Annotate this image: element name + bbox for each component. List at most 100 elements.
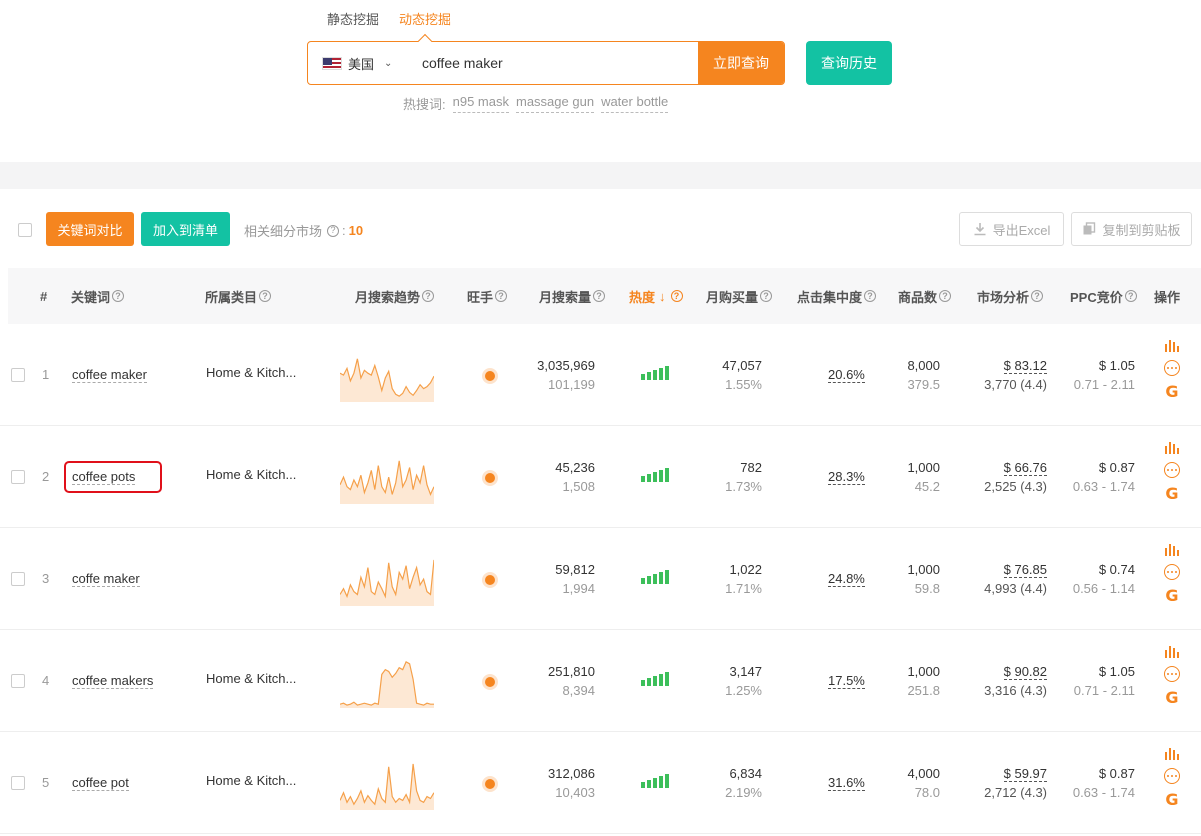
hot-searches: 热搜词: n95 mask massage gun water bottle: [403, 94, 669, 113]
copy-clipboard-button[interactable]: 复制到剪贴板: [1071, 212, 1192, 246]
col-monthly-purchase[interactable]: 月购买量?: [706, 268, 773, 324]
table-header: # 关键词? 所属类目? 月搜索趋势? 旺手? 月搜索量? 热度 ↓? 月购买量?…: [8, 268, 1201, 324]
purchase-rate: 1.25%: [725, 683, 762, 698]
select-all-checkbox[interactable]: [18, 223, 32, 237]
col-monthly-search[interactable]: 月搜索量?: [539, 268, 606, 324]
avg-price[interactable]: $ 90.82: [1003, 664, 1047, 680]
bar-chart-icon[interactable]: [1165, 340, 1179, 352]
row-checkbox[interactable]: [11, 776, 25, 790]
avg-price[interactable]: $ 76.85: [1003, 562, 1047, 578]
tab-static-mining[interactable]: 静态挖掘: [327, 9, 379, 32]
search-button[interactable]: 立即查询: [698, 42, 784, 84]
more-options-icon[interactable]: [1164, 666, 1180, 682]
hot-word[interactable]: water bottle: [601, 94, 669, 113]
google-icon[interactable]: G: [1165, 486, 1178, 502]
help-icon[interactable]: ?: [593, 290, 606, 302]
help-icon[interactable]: ?: [327, 224, 340, 237]
more-options-icon[interactable]: [1164, 360, 1180, 376]
click-concentration[interactable]: 28.3%: [828, 469, 865, 485]
col-products[interactable]: 商品数?: [898, 268, 952, 324]
avg-price[interactable]: $ 59.97: [1003, 766, 1047, 782]
search-trend-sparkline[interactable]: [340, 554, 434, 606]
monthly-search: 312,086 10,403: [548, 764, 595, 802]
help-icon[interactable]: ?: [864, 290, 877, 302]
google-icon[interactable]: G: [1165, 588, 1178, 604]
click-concentration[interactable]: 17.5%: [828, 673, 865, 689]
search-trend-sparkline[interactable]: [340, 758, 434, 810]
col-category[interactable]: 所属类目?: [205, 268, 272, 324]
col-heat[interactable]: 热度 ↓?: [629, 268, 683, 324]
search-box: 美国 ⌄ 立即查询: [307, 41, 785, 85]
hot-word[interactable]: n95 mask: [452, 94, 509, 113]
help-icon[interactable]: ?: [259, 290, 272, 302]
google-icon[interactable]: G: [1165, 792, 1178, 808]
tab-dynamic-mining[interactable]: 动态挖掘: [399, 9, 451, 32]
export-excel-button[interactable]: 导出Excel: [959, 212, 1064, 246]
hot-word[interactable]: massage gun: [516, 94, 595, 113]
help-icon[interactable]: ?: [495, 290, 508, 302]
add-to-list-button[interactable]: 加入到清单: [141, 212, 230, 246]
search-input[interactable]: [408, 42, 698, 84]
ppc-bid: $ 0.87 0.63 - 1.74: [1073, 764, 1135, 802]
bar-chart-icon[interactable]: [1165, 544, 1179, 556]
click-concentration[interactable]: 20.6%: [828, 367, 865, 383]
row-checkbox[interactable]: [11, 674, 25, 688]
ppc-bid: $ 0.74 0.56 - 1.14: [1073, 560, 1135, 598]
ppc-range: 0.56 - 1.14: [1072, 581, 1135, 596]
bar-chart-icon[interactable]: [1165, 646, 1179, 658]
col-ppc[interactable]: PPC竞价?: [1070, 268, 1137, 324]
col-keyword[interactable]: 关键词?: [71, 268, 125, 324]
help-icon[interactable]: ?: [112, 290, 125, 302]
bar-chart-icon[interactable]: [1165, 748, 1179, 760]
keyword-link[interactable]: coffe maker: [72, 571, 140, 587]
market-analysis: $ 83.12 3,770 (4.4): [984, 356, 1047, 394]
avg-price[interactable]: $ 66.76: [1003, 460, 1047, 476]
heat-bar: [647, 474, 651, 482]
daily-search-value: 1,508: [562, 479, 595, 494]
col-trend[interactable]: 月搜索趋势?: [355, 268, 435, 324]
ppc-bid: $ 1.05 0.71 - 2.11: [1074, 356, 1135, 394]
download-icon: [974, 223, 986, 236]
products: 1,000 251.8: [907, 662, 940, 700]
keyword-link[interactable]: coffee pot: [72, 775, 129, 791]
help-icon[interactable]: ?: [422, 290, 435, 302]
help-icon[interactable]: ?: [1031, 290, 1044, 302]
more-options-icon[interactable]: [1164, 768, 1180, 784]
search-trend-sparkline[interactable]: [340, 452, 434, 504]
products-count: 4,000: [907, 766, 940, 781]
google-icon[interactable]: G: [1165, 384, 1178, 400]
col-click-concentration[interactable]: 点击集中度?: [797, 268, 877, 324]
help-icon[interactable]: ?: [1124, 290, 1137, 302]
table-row: 3 coffe maker 59,812 1,994 1,022 1.71% 2…: [0, 528, 1201, 630]
row-checkbox[interactable]: [11, 572, 25, 586]
bar-chart-icon[interactable]: [1165, 442, 1179, 454]
purchase-rate: 1.73%: [725, 479, 762, 494]
col-market[interactable]: 市场分析?: [977, 268, 1044, 324]
more-options-icon[interactable]: [1164, 564, 1180, 580]
search-trend-sparkline[interactable]: [340, 656, 434, 708]
avg-price[interactable]: $ 83.12: [1003, 358, 1047, 374]
row-checkbox[interactable]: [11, 368, 25, 382]
related-markets-count[interactable]: 10: [349, 223, 363, 238]
more-options-icon[interactable]: [1164, 462, 1180, 478]
click-concentration[interactable]: 31.6%: [828, 775, 865, 791]
help-icon[interactable]: ?: [760, 290, 773, 302]
monthly-search-value: 45,236: [555, 460, 595, 475]
country-select[interactable]: 美国 ⌄: [308, 54, 408, 73]
col-competitor[interactable]: 旺手?: [467, 268, 508, 324]
history-button[interactable]: 查询历史: [806, 41, 892, 85]
click-concentration[interactable]: 24.8%: [828, 571, 865, 587]
search-trend-sparkline[interactable]: [340, 350, 434, 402]
keyword-compare-button[interactable]: 关键词对比: [46, 212, 134, 246]
row-checkbox[interactable]: [11, 470, 25, 484]
google-icon[interactable]: G: [1165, 690, 1178, 706]
heat-bar: [641, 680, 645, 686]
keyword-link[interactable]: coffee makers: [72, 673, 154, 689]
hot-searches-label: 热搜词:: [403, 97, 446, 112]
market-analysis: $ 90.82 3,316 (4.3): [984, 662, 1047, 700]
products-count: 1,000: [907, 562, 940, 577]
help-icon[interactable]: ?: [670, 290, 683, 302]
help-icon[interactable]: ?: [939, 290, 952, 302]
keyword-link[interactable]: coffee pots: [72, 469, 136, 485]
keyword-link[interactable]: coffee maker: [72, 367, 147, 383]
